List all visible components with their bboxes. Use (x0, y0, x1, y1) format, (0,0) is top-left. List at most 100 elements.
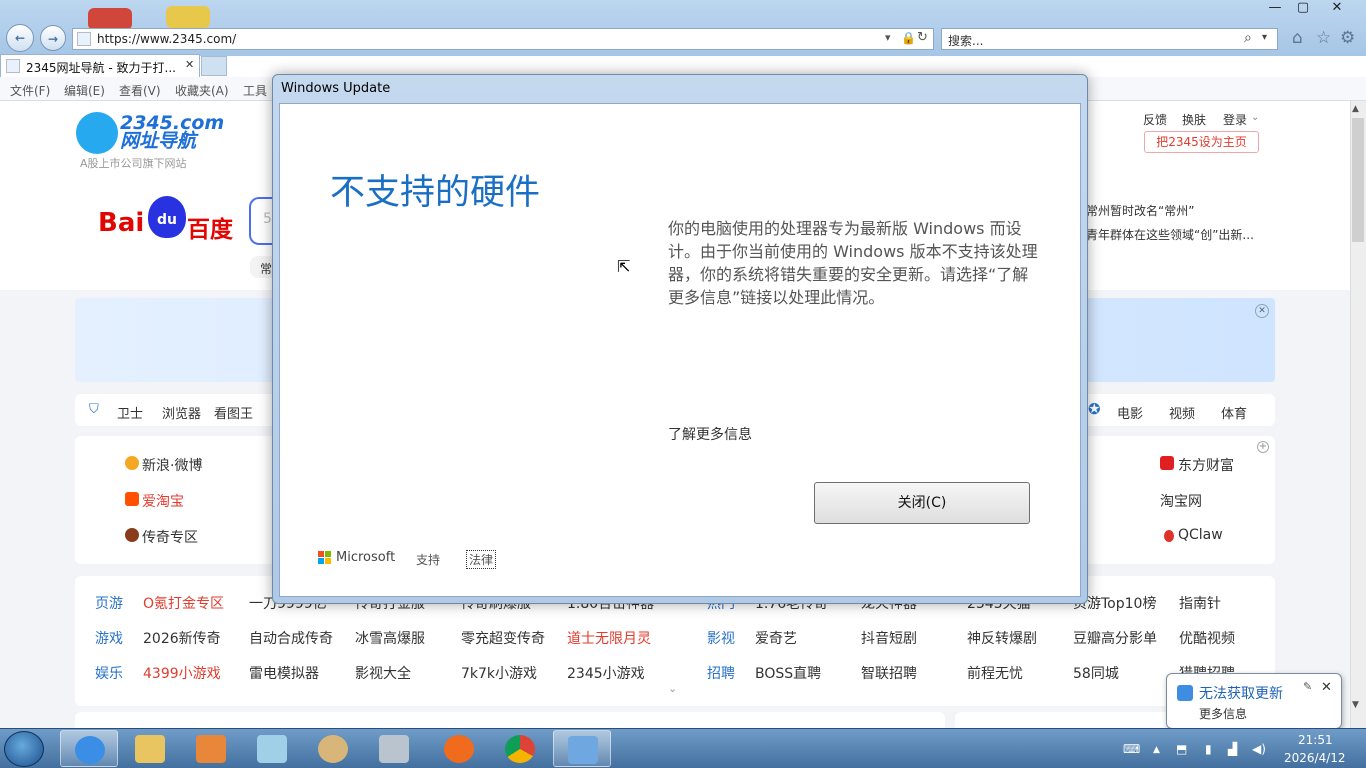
site-link[interactable]: 东方财富 (1178, 455, 1234, 475)
back-button[interactable]: ← (6, 24, 34, 52)
taskbar-paint[interactable] (304, 730, 362, 767)
update-notification[interactable]: 无法获取更新 更多信息 ✎ ✕ (1166, 673, 1342, 729)
news-item[interactable]: 青年群体在这些领域“创”出新... (1086, 226, 1254, 243)
start-button[interactable] (4, 731, 44, 767)
taskbar-ie[interactable] (60, 730, 118, 767)
toolbar-link[interactable]: 体育 (1221, 403, 1247, 422)
menu-file[interactable]: 文件(F) (10, 82, 50, 99)
category-link[interactable]: 影视大全 (355, 663, 411, 683)
category-link[interactable]: 雷电模拟器 (249, 663, 319, 683)
keyboard-icon[interactable]: ⌨ (1123, 742, 1140, 756)
lock-icon[interactable]: 🔒 (901, 31, 916, 45)
taskbar-explorer[interactable] (121, 730, 179, 767)
add-site-icon[interactable]: + (1257, 441, 1269, 453)
taskbar-firefox[interactable] (430, 730, 488, 767)
notification-title[interactable]: 无法获取更新 (1199, 683, 1283, 703)
login-link[interactable]: 登录 (1223, 111, 1247, 128)
site-logo[interactable]: 2345.com 网址导航 (120, 114, 224, 151)
menu-favorites[interactable]: 收藏夹(A) (175, 82, 229, 99)
address-bar[interactable]: https://www.2345.com/ ▾ 🔒 ↻ (72, 28, 934, 50)
toolbar-link[interactable]: 卫士 (117, 403, 143, 422)
news-item[interactable]: 常州暂时改名“常州” (1086, 202, 1194, 219)
close-window-button[interactable]: ✕ (1320, 0, 1354, 18)
search-dropdown-icon[interactable]: ▾ (1262, 32, 1267, 43)
expand-chevron-icon[interactable]: ⌄ (668, 682, 677, 695)
pin-icon[interactable]: ✎ (1303, 680, 1312, 693)
volume-icon[interactable]: ◀) (1252, 742, 1266, 756)
category-label[interactable]: 影视 (707, 628, 735, 648)
favorites-star-icon[interactable]: ☆ (1316, 28, 1331, 48)
learn-more-link[interactable]: 了解更多信息 (668, 424, 752, 444)
site-link[interactable]: 爱淘宝 (142, 491, 184, 511)
notification-subtitle[interactable]: 更多信息 (1199, 705, 1247, 722)
category-link[interactable]: 智联招聘 (861, 663, 917, 683)
toolbar-link[interactable]: 浏览器 (162, 403, 201, 422)
category-link[interactable]: 零充超变传奇 (461, 628, 545, 648)
site-link[interactable]: 淘宝网 (1160, 491, 1202, 511)
site-link[interactable]: 传奇专区 (142, 527, 198, 547)
category-link[interactable]: 58同城 (1073, 663, 1119, 683)
menu-edit[interactable]: 编辑(E) (64, 82, 105, 99)
category-link[interactable]: 前程无忧 (967, 663, 1023, 683)
category-link[interactable]: 4399小游戏 (143, 663, 221, 683)
clock-date[interactable]: 2026/4/12 (1284, 751, 1346, 765)
category-link[interactable]: O氪打金专区 (143, 593, 224, 613)
category-link[interactable]: 自动合成传奇 (249, 628, 333, 648)
category-label[interactable]: 游戏 (95, 628, 123, 648)
tray-expand-icon[interactable]: ▲ (1153, 745, 1160, 755)
category-label[interactable]: 娱乐 (95, 663, 123, 683)
taskbar-chrome[interactable] (491, 730, 549, 767)
toolbar-link[interactable]: 看图王 (214, 403, 253, 422)
new-tab-button[interactable] (201, 56, 227, 76)
site-link[interactable]: 新浪·微博 (142, 455, 202, 475)
category-link[interactable]: 冰雪高爆服 (355, 628, 425, 648)
tab-2345[interactable]: 2345网址导航 - 致力于打... ✕ (0, 54, 200, 77)
taskbar-windows-update[interactable] (553, 730, 611, 767)
legal-link[interactable]: 法律 (466, 550, 497, 569)
category-link[interactable]: 7k7k小游戏 (461, 663, 537, 683)
category-link[interactable]: 豆瓣高分影单 (1073, 628, 1157, 648)
maximize-button[interactable]: ▢ (1286, 0, 1320, 18)
clock-time[interactable]: 21:51 (1298, 733, 1333, 747)
power-icon[interactable]: ▮ (1205, 742, 1212, 756)
network-icon[interactable]: ▟ (1228, 742, 1237, 756)
notification-close-icon[interactable]: ✕ (1321, 680, 1332, 695)
taskbar-calculator[interactable] (365, 730, 423, 767)
home-icon[interactable]: ⌂ (1292, 28, 1303, 48)
settings-gear-icon[interactable]: ⚙ (1340, 28, 1355, 48)
category-link[interactable]: 2345小游戏 (567, 663, 645, 683)
category-link[interactable]: 指南针 (1179, 593, 1221, 613)
dropdown-icon[interactable]: ▾ (885, 31, 891, 44)
close-dialog-button[interactable]: 关闭(C) (814, 482, 1030, 524)
support-link[interactable]: 支持 (416, 551, 440, 568)
category-label[interactable]: 招聘 (707, 663, 735, 683)
menu-tools[interactable]: 工具 (243, 82, 267, 99)
category-link[interactable]: 2026新传奇 (143, 628, 221, 648)
category-link[interactable]: 道士无限月灵 (567, 628, 651, 648)
skin-link[interactable]: 换肤 (1182, 111, 1206, 128)
category-label[interactable]: 页游 (95, 593, 123, 613)
banner-close-icon[interactable]: ✕ (1255, 304, 1269, 318)
category-link[interactable]: 神反转爆剧 (967, 628, 1037, 648)
search-icon[interactable]: ⌕ (1244, 30, 1252, 46)
category-link[interactable]: 抖音短剧 (861, 628, 917, 648)
search-box[interactable]: 搜索... ⌕ ▾ (941, 28, 1278, 50)
forward-button[interactable]: → (40, 25, 66, 51)
tab-close-icon[interactable]: ✕ (185, 58, 194, 71)
scroll-up-icon[interactable]: ▲ (1352, 104, 1359, 114)
common-tag[interactable]: 常 (260, 260, 272, 277)
toolbar-link[interactable]: 视频 (1169, 403, 1195, 422)
menu-view[interactable]: 查看(V) (119, 82, 161, 99)
category-link[interactable]: BOSS直聘 (755, 663, 821, 683)
set-homepage-button[interactable]: 把2345设为主页 (1144, 131, 1259, 153)
taskbar-media[interactable] (182, 730, 240, 767)
feedback-link[interactable]: 反馈 (1143, 111, 1167, 128)
scroll-down-icon[interactable]: ▼ (1352, 700, 1359, 710)
category-link[interactable]: 爱奇艺 (755, 628, 797, 648)
scrollbar-thumb[interactable] (1352, 118, 1364, 242)
toolbar-link[interactable]: 电影 (1117, 403, 1143, 422)
category-link[interactable]: 优酷视频 (1179, 628, 1235, 648)
refresh-icon[interactable]: ↻ (917, 30, 928, 45)
site-link[interactable]: QClaw (1178, 527, 1223, 543)
tray-update-icon[interactable]: ⬒ (1176, 742, 1187, 756)
